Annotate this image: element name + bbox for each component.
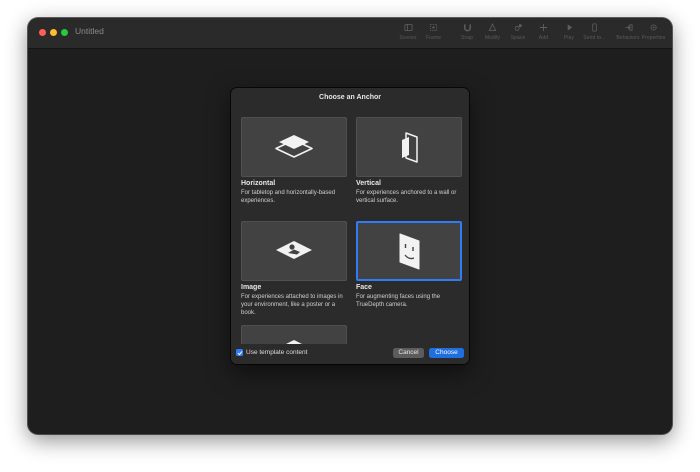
behaviors-icon	[624, 24, 633, 31]
play-icon	[567, 24, 572, 31]
phone-icon	[592, 23, 597, 32]
choose-anchor-sheet: Choose an Anchor Horizontal For tabletop…	[231, 88, 469, 364]
title-bar: Untitled Scenes Frame Snap Modify Space	[28, 18, 672, 49]
anchor-name-face: Face	[356, 284, 372, 291]
sheet-footer: Use template content Cancel Choose	[231, 344, 469, 364]
cancel-button[interactable]: Cancel	[393, 347, 424, 358]
anchor-desc-vertical: For experiences anchored to a wall or ve…	[356, 190, 457, 204]
anchor-card-horizontal[interactable]	[241, 117, 347, 177]
close-window-button[interactable]	[39, 29, 46, 36]
anchor-card-vertical[interactable]	[356, 117, 462, 177]
frame-icon	[429, 23, 438, 32]
toolbar-play-button[interactable]: Play	[557, 23, 582, 45]
toolbar-scenes-button[interactable]: Scenes	[396, 23, 421, 45]
minimize-window-button[interactable]	[50, 29, 57, 36]
plus-icon	[539, 23, 548, 32]
anchor-name-vertical: Vertical	[356, 180, 381, 187]
anchor-desc-face: For augmenting faces using the TrueDepth…	[356, 294, 441, 308]
toolbar-properties-button[interactable]: Properties	[641, 23, 666, 45]
anchor-name-image: Image	[241, 284, 262, 291]
magnet-icon	[463, 24, 471, 32]
horizontal-plane-icon	[275, 135, 313, 158]
anchor-name-horizontal: Horizontal	[241, 180, 276, 187]
toolbar-frame-button[interactable]: Frame	[421, 23, 446, 45]
toolbar-add-button[interactable]: Add	[531, 23, 556, 45]
toolbar-send-button[interactable]: Send to...	[582, 23, 607, 45]
sidebar-icon	[403, 23, 413, 32]
use-template-checkbox[interactable]	[236, 349, 243, 356]
sheet-title: Choose an Anchor	[319, 94, 381, 101]
image-anchor-icon	[276, 241, 312, 259]
app-window: Untitled Scenes Frame Snap Modify Space	[28, 18, 672, 434]
anchor-card-face[interactable]	[356, 221, 462, 281]
anchor-desc-horizontal: For tabletop and horizontally-based expe…	[241, 190, 336, 204]
checkmark-icon	[237, 350, 242, 355]
toolbar-snap-button[interactable]: Snap	[455, 23, 480, 45]
gear-icon	[650, 24, 657, 31]
vertical-plane-icon	[402, 132, 418, 163]
toolbar-modify-button[interactable]: Modify	[480, 23, 505, 45]
modify-icon	[488, 23, 497, 32]
use-template-label[interactable]: Use template content	[246, 349, 307, 356]
choose-button[interactable]: Choose	[429, 347, 464, 358]
space-icon	[514, 24, 522, 31]
anchor-desc-image: For experiences attached to images in yo…	[241, 294, 343, 316]
anchor-card-image[interactable]	[241, 221, 347, 281]
zoom-window-button[interactable]	[61, 29, 68, 36]
toolbar-space-button[interactable]: Space	[506, 23, 531, 45]
toolbar-behaviors-button[interactable]: Behaviors	[616, 23, 641, 45]
face-anchor-icon	[399, 233, 420, 270]
toolbar: Scenes Frame Snap Modify Space Add Play …	[395, 23, 666, 45]
window-title: Untitled	[75, 26, 104, 36]
